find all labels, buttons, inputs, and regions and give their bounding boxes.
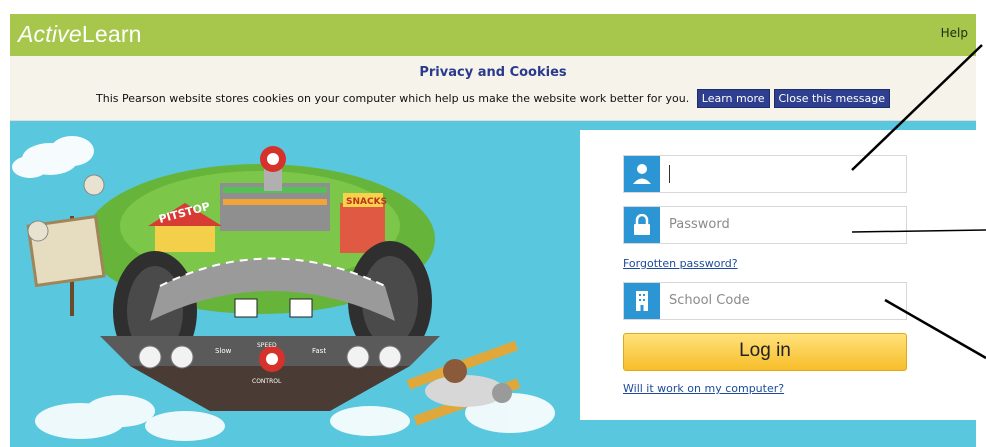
annotation-line: [851, 44, 983, 171]
annotation-line: [851, 229, 986, 233]
annotation-line: [884, 298, 986, 360]
annotation-lines: [851, 44, 986, 360]
